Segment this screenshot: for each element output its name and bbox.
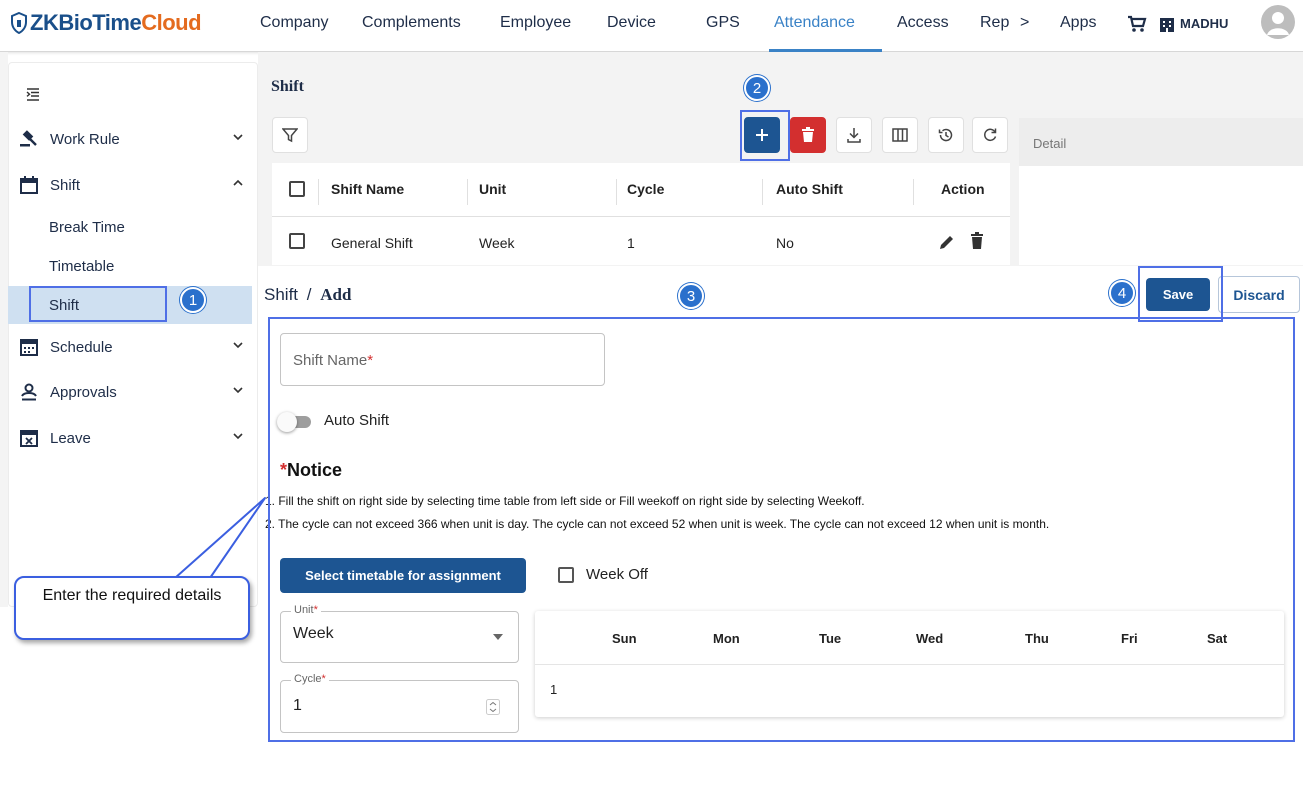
column-divider — [467, 179, 468, 205]
sidebar-item-shift[interactable]: Shift — [8, 165, 258, 205]
nav-complements[interactable]: Complements — [362, 14, 461, 32]
highlight-add-button — [740, 110, 790, 161]
refresh-icon — [984, 128, 997, 142]
shift-table: Shift Name Unit Cycle Auto Shift Action … — [272, 163, 1010, 265]
nav-company[interactable]: Company — [260, 14, 328, 32]
highlight-form-area — [268, 317, 1295, 742]
nav-attendance[interactable]: Attendance — [774, 14, 855, 32]
delete-button[interactable] — [790, 117, 826, 153]
calendar-x-icon — [18, 427, 40, 449]
column-header-auto-shift[interactable]: Auto Shift — [776, 181, 843, 197]
row-checkbox[interactable] — [289, 233, 305, 249]
cell-unit: Week — [479, 235, 515, 251]
header-divider — [272, 216, 1010, 217]
cell-shift-name: General Shift — [331, 235, 413, 251]
instruction-callout: Enter the required details — [14, 576, 250, 640]
chevron-down-icon — [233, 387, 243, 394]
history-icon — [938, 128, 953, 142]
sidebar-item-work-rule[interactable]: Work Rule — [8, 119, 258, 159]
discard-button[interactable]: Discard — [1218, 276, 1300, 313]
refresh-button[interactable] — [972, 117, 1008, 153]
cell-auto-shift: No — [776, 235, 794, 251]
avatar-person-icon — [1267, 12, 1289, 35]
filter-icon — [282, 128, 298, 143]
sidebar-item-approvals[interactable]: Approvals — [8, 372, 258, 412]
calendar-grid-icon — [18, 336, 40, 358]
sidebar-subitem-break-time[interactable]: Break Time — [49, 219, 125, 236]
sidebar-item-leave[interactable]: Leave — [8, 418, 258, 458]
sidebar-item-label: Shift — [50, 176, 81, 194]
edit-icon[interactable] — [938, 233, 956, 251]
column-divider — [616, 179, 617, 205]
sidebar-item-label: Leave — [50, 429, 91, 447]
collapse-sidebar-icon[interactable] — [26, 88, 40, 102]
sidebar-item-schedule[interactable]: Schedule — [8, 327, 258, 367]
column-header-cycle[interactable]: Cycle — [627, 181, 664, 197]
breadcrumb-root[interactable]: Shift — [264, 285, 298, 304]
breadcrumb-separator: / — [306, 285, 312, 304]
app-logo[interactable]: ZKBioTime Cloud — [10, 10, 202, 36]
nav-apps[interactable]: Apps — [1060, 14, 1096, 32]
highlight-save-button — [1138, 266, 1223, 322]
building-icon — [1160, 18, 1174, 32]
column-divider — [913, 179, 914, 205]
select-all-checkbox[interactable] — [289, 181, 305, 197]
breadcrumb-current: Add — [320, 285, 352, 304]
columns-button[interactable] — [882, 117, 918, 153]
breadcrumb: Shift / Add — [264, 285, 351, 305]
download-icon — [847, 128, 861, 143]
step-badge-2: 2 — [744, 75, 770, 101]
sidebar-item-label: Approvals — [50, 383, 117, 401]
chevron-up-icon — [233, 179, 243, 186]
calendar-icon — [18, 174, 40, 196]
trash-icon — [802, 127, 814, 142]
nav-employee[interactable]: Employee — [500, 14, 571, 32]
filter-button[interactable] — [272, 117, 308, 153]
nav-device[interactable]: Device — [607, 14, 656, 32]
gavel-icon — [18, 128, 40, 150]
person-check-icon — [18, 381, 40, 403]
callout-pointer — [174, 497, 266, 579]
column-divider — [762, 179, 763, 205]
sidebar-item-label: Work Rule — [50, 130, 120, 148]
history-button[interactable] — [928, 117, 964, 153]
sidebar-item-label: Schedule — [50, 338, 113, 356]
company-name[interactable]: MADHU — [1180, 16, 1228, 31]
chevron-down-icon — [233, 342, 243, 349]
chevron-down-icon — [233, 433, 243, 440]
step-badge-1: 1 — [180, 287, 206, 313]
shield-logo-icon — [11, 12, 27, 34]
export-button[interactable] — [836, 117, 872, 153]
logo-text: ZKBioTime — [30, 10, 142, 35]
trash-icon[interactable] — [970, 232, 984, 250]
column-divider — [318, 179, 319, 205]
nav-gps[interactable]: GPS — [706, 14, 740, 32]
sidebar-subitem-timetable[interactable]: Timetable — [49, 258, 114, 275]
chevron-down-icon — [233, 134, 243, 141]
nav-access[interactable]: Access — [897, 14, 949, 32]
column-header-shift-name[interactable]: Shift Name — [331, 181, 404, 197]
cell-cycle: 1 — [627, 235, 635, 251]
cart-icon[interactable] — [1127, 15, 1147, 33]
step-badge-3: 3 — [678, 283, 704, 309]
top-navigation-bar: ZKBioTime Cloud Company Complements Emplo… — [0, 0, 1303, 52]
nav-reports[interactable]: Rep — [980, 14, 1009, 32]
sidebar-gutter — [0, 52, 8, 607]
column-header-action: Action — [941, 181, 985, 197]
columns-icon — [892, 128, 908, 142]
logo-cloud-text: Cloud — [141, 10, 202, 35]
column-header-unit[interactable]: Unit — [479, 181, 506, 197]
highlight-shift-menu — [29, 286, 167, 322]
detail-title: Detail — [1019, 118, 1303, 166]
step-badge-4: 4 — [1109, 280, 1135, 306]
page-title: Shift — [271, 78, 304, 95]
detail-panel: Detail — [1019, 118, 1303, 265]
nav-more-chevron[interactable]: > — [1020, 14, 1029, 32]
user-avatar[interactable] — [1261, 5, 1295, 39]
